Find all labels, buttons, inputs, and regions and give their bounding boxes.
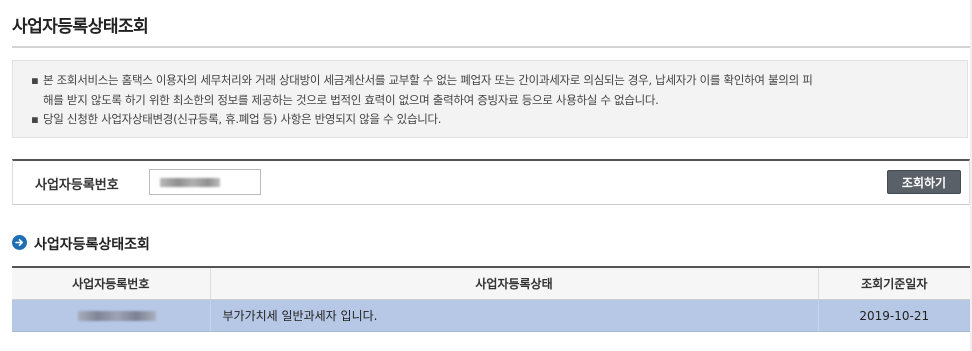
table-row: 부가가치세 일반과세자 입니다. 2019-10-21 — [12, 299, 970, 332]
table-header-row: 사업자등록번호 사업자등록상태 조회기준일자 — [12, 266, 970, 300]
notice-text-3: 당일 신청한 사업자상태변경(신규등록, 휴.폐업 등) 사항은 반영되지 않을… — [43, 112, 442, 126]
search-button[interactable]: 조회하기 — [887, 170, 961, 194]
title-divider — [12, 46, 970, 48]
cell-date: 2019-10-21 — [817, 299, 970, 332]
search-form: 사업자등록번호 조회하기 — [12, 159, 970, 205]
cell-status: 부가가치세 일반과세자 입니다. — [209, 299, 818, 332]
column-header-date: 조회기준일자 — [817, 266, 970, 300]
notice-box: ▪ 본 조회서비스는 홈택스 이용자의 세무처리와 거래 상대방이 세금계산서를 … — [12, 60, 968, 138]
business-number-label: 사업자등록번호 — [35, 178, 119, 193]
notice-line-1: ▪ 본 조회서비스는 홈택스 이용자의 세무처리와 거래 상대방이 세금계산서를 … — [31, 72, 813, 88]
bullet-icon: ▪ — [31, 112, 39, 126]
page-title: 사업자등록상태조회 — [12, 17, 149, 37]
bullet-icon: ▪ — [31, 73, 39, 87]
business-number-input[interactable] — [149, 169, 261, 195]
column-header-business-number: 사업자등록번호 — [12, 266, 210, 300]
notice-line-3: ▪ 당일 신청한 사업자상태변경(신규등록, 휴.폐업 등) 사항은 반영되지 않… — [31, 111, 441, 127]
column-header-status: 사업자등록상태 — [209, 266, 818, 300]
notice-text-1: 본 조회서비스는 홈택스 이용자의 세무처리와 거래 상대방이 세금계산서를 교… — [43, 73, 813, 87]
result-section-label: 사업자등록상태조회 — [34, 237, 150, 253]
masked-value — [78, 311, 156, 321]
result-table: 사업자등록번호 사업자등록상태 조회기준일자 부가가치세 일반과세자 입니다. … — [12, 266, 970, 332]
cell-business-number — [12, 299, 210, 332]
arrow-right-circle-icon — [12, 235, 27, 250]
masked-value — [160, 178, 220, 187]
notice-line-2: 해를 받지 않도록 하기 위한 최소한의 정보를 제공하는 것으로 법적인 효력… — [43, 93, 659, 107]
